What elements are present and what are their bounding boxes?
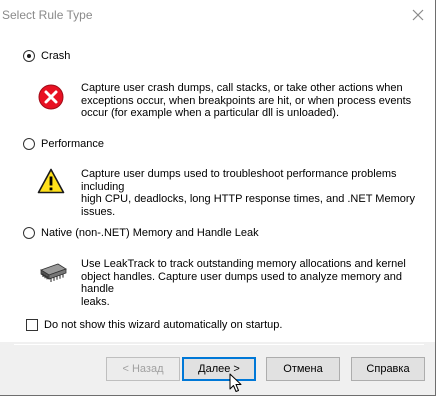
- performance-description-line: Capture user dumps used to troubleshoot …: [81, 168, 397, 193]
- crash-radio-option[interactable]: Crash: [23, 50, 70, 62]
- memory-leak-description-line: object handles. Capture user dumps used …: [81, 270, 403, 296]
- crash-description: Capture user crash dumps, call stacks, o…: [81, 82, 421, 120]
- memory-leak-description-line: leaks.: [81, 295, 110, 308]
- select-rule-type-dialog: Select Rule Type Crash Capture user cras…: [0, 0, 436, 396]
- rule-type-panel: Crash Capture user crash dumps, call sta…: [0, 30, 435, 342]
- crash-description-line: Capture user crash dumps, call stacks, o…: [81, 82, 403, 94]
- memory-chip-icon: [40, 263, 67, 282]
- close-button[interactable]: [405, 2, 431, 28]
- close-icon: [412, 9, 424, 21]
- no-wizard-checkbox-option[interactable]: Do not show this wizard automatically on…: [26, 319, 282, 331]
- cancel-button[interactable]: Отмена: [266, 357, 340, 381]
- next-button[interactable]: Далее >: [182, 357, 256, 381]
- error-icon: [38, 84, 64, 110]
- performance-description-line: high CPU, deadlocks, long HTTP response …: [81, 193, 416, 206]
- mouse-cursor-icon: [229, 373, 242, 392]
- crash-description-line: occur (for example when a particular dll…: [81, 107, 340, 120]
- performance-label: Performance: [41, 138, 104, 150]
- memory-leak-radio-option[interactable]: Native (non-.NET) Memory and Handle Leak: [23, 227, 259, 239]
- memory-leak-radio-button[interactable]: [23, 227, 35, 239]
- title-bar: Select Rule Type: [0, 0, 435, 30]
- performance-description: Capture user dumps used to troubleshoot …: [81, 168, 421, 218]
- crash-radio-button[interactable]: [23, 50, 35, 62]
- no-wizard-checkbox-label: Do not show this wizard automatically on…: [44, 319, 283, 331]
- no-wizard-checkbox[interactable]: [26, 319, 38, 331]
- memory-leak-description-line: Use LeakTrack to track outstanding memor…: [81, 258, 406, 270]
- memory-leak-description: Use LeakTrack to track outstanding memor…: [81, 258, 421, 308]
- performance-radio-button[interactable]: [23, 138, 35, 150]
- performance-radio-option[interactable]: Performance: [23, 138, 104, 150]
- memory-leak-label: Native (non-.NET) Memory and Handle Leak: [41, 227, 259, 239]
- crash-label: Crash: [41, 50, 71, 62]
- window-title: Select Rule Type: [2, 8, 93, 22]
- back-button[interactable]: < Назад: [106, 357, 180, 381]
- help-button[interactable]: Справка: [351, 357, 425, 381]
- warning-icon: [37, 168, 65, 194]
- performance-description-line: issues.: [81, 205, 116, 218]
- button-separator: [14, 344, 424, 345]
- crash-description-line: exceptions occur, when breakpoints are h…: [81, 94, 412, 107]
